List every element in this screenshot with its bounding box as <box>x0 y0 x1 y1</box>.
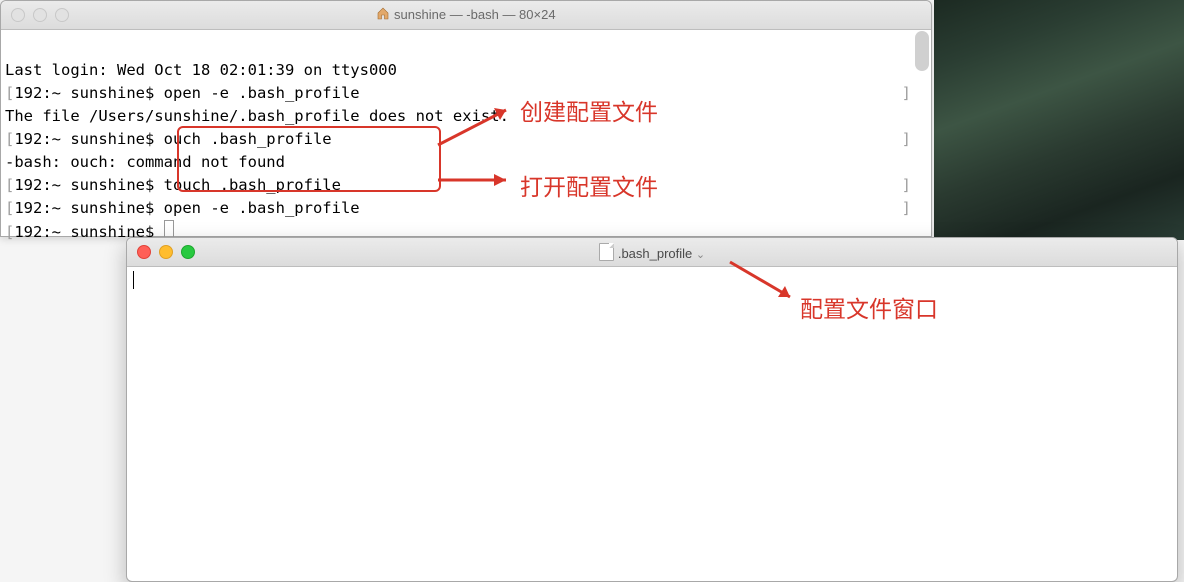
terminal-title: sunshine — -bash — 80×24 <box>1 7 931 23</box>
terminal-prompt: 192:~ sunshine$ <box>14 199 163 217</box>
text-cursor <box>133 271 134 289</box>
chevron-down-icon[interactable]: ⌄ <box>696 249 705 261</box>
terminal-prompt: 192:~ sunshine$ <box>14 176 163 194</box>
terminal-command: touch .bash_profile <box>164 176 341 194</box>
terminal-output[interactable]: Last login: Wed Oct 18 02:01:39 on ttys0… <box>1 30 931 250</box>
textedit-window[interactable]: .bash_profile ⌄ <box>126 237 1178 582</box>
terminal-command: open -e .bash_profile <box>164 84 360 102</box>
terminal-line: -bash: ouch: command not found <box>5 153 285 171</box>
desktop-background <box>934 0 1184 240</box>
terminal-prompt: 192:~ sunshine$ <box>14 84 163 102</box>
terminal-command: ouch .bash_profile <box>164 130 332 148</box>
document-icon <box>599 243 614 261</box>
terminal-titlebar[interactable]: sunshine — -bash — 80×24 <box>1 1 931 30</box>
terminal-window[interactable]: sunshine — -bash — 80×24 Last login: Wed… <box>0 0 932 237</box>
terminal-line: Last login: Wed Oct 18 02:01:39 on ttys0… <box>5 61 397 79</box>
textedit-content[interactable] <box>127 267 1177 295</box>
terminal-line: The file /Users/sunshine/.bash_profile d… <box>5 107 509 125</box>
terminal-command: open -e .bash_profile <box>164 199 360 217</box>
terminal-prompt: 192:~ sunshine$ <box>14 130 163 148</box>
textedit-titlebar[interactable]: .bash_profile ⌄ <box>127 238 1177 267</box>
textedit-title[interactable]: .bash_profile ⌄ <box>127 243 1177 261</box>
home-icon <box>376 7 390 23</box>
